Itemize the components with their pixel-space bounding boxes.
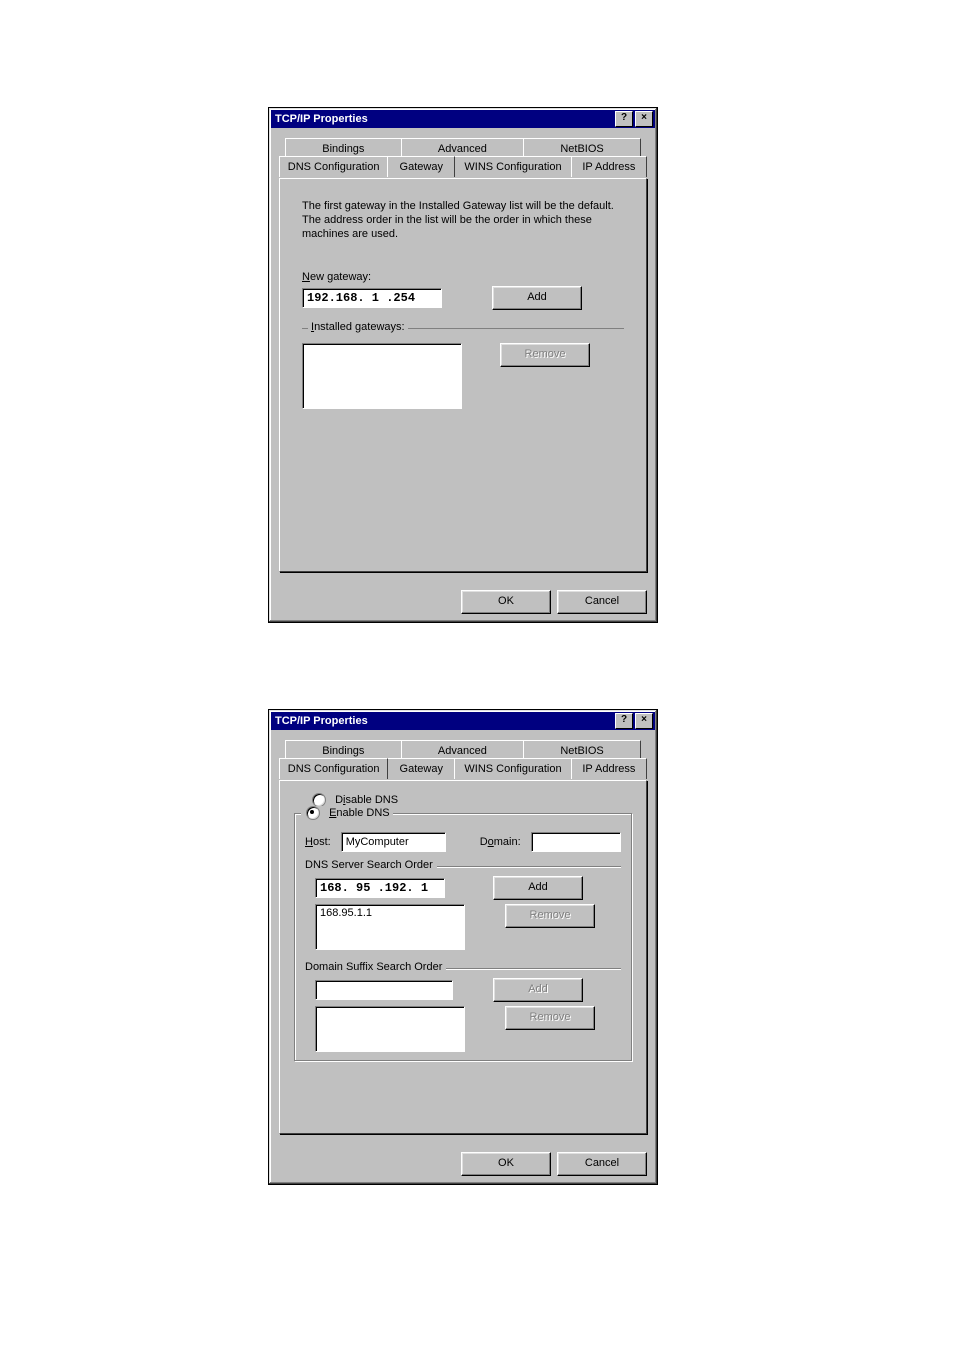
remove-gateway-button: Remove [500,343,590,367]
help-button[interactable]: ? [615,713,633,729]
suffix-input[interactable] [315,980,453,1000]
tab-wins-configuration[interactable]: WINS Configuration [454,758,572,779]
gateway-description: The first gateway in the Installed Gatew… [302,199,622,241]
installed-gateways-list[interactable] [302,343,462,409]
tab-ip-address[interactable]: IP Address [571,758,647,779]
tab-ip-address[interactable]: IP Address [571,156,647,177]
enable-dns-group: Enable DNS [301,806,393,820]
dns-add-button[interactable]: Add [493,876,583,900]
add-gateway-button[interactable]: Add [492,286,582,310]
enable-dns-radio[interactable] [306,806,320,820]
new-gateway-label: New gateway: [302,271,628,283]
dns-search-order-label: DNS Server Search Order [305,859,437,871]
dialog-title: TCP/IP Properties [275,715,613,727]
cancel-button[interactable]: Cancel [557,1152,647,1176]
close-button[interactable]: × [635,111,653,127]
suffix-add-button: Add [493,978,583,1002]
disable-dns-label: Disable DNS [335,794,398,806]
titlebar[interactable]: TCP/IP Properties ? × [271,712,655,730]
tab-gateway[interactable]: Gateway [387,156,455,177]
dialog-title: TCP/IP Properties [275,113,613,125]
domain-label: Domain: [480,836,521,848]
close-button[interactable]: × [635,713,653,729]
domain-input[interactable] [531,832,621,852]
installed-gateways-label: Installed gateways: [308,321,408,333]
titlebar[interactable]: TCP/IP Properties ? × [271,110,655,128]
enable-dns-label: Enable DNS [329,807,390,819]
host-label: Host: [305,836,331,848]
tab-dns-configuration[interactable]: DNS Configuration [279,156,388,177]
tcpip-properties-dialog-gateway: TCP/IP Properties ? × Bindings Advanced … [268,107,658,623]
tcpip-properties-dialog-dns: TCP/IP Properties ? × Bindings Advanced … [268,709,658,1185]
help-button[interactable]: ? [615,111,633,127]
dns-server-list[interactable]: 168.95.1.1 [315,904,465,950]
host-input[interactable]: MyComputer [341,832,446,852]
ok-button[interactable]: OK [461,1152,551,1176]
domain-suffix-order-label: Domain Suffix Search Order [305,961,446,973]
tab-wins-configuration[interactable]: WINS Configuration [454,156,572,177]
dns-remove-button: Remove [505,904,595,928]
ok-button[interactable]: OK [461,590,551,614]
gateway-tab-page: The first gateway in the Installed Gatew… [279,178,647,572]
list-item[interactable]: 168.95.1.1 [320,907,460,919]
dns-server-input[interactable]: 168. 95 .192. 1 [315,878,445,898]
suffix-list[interactable] [315,1006,465,1052]
tab-dns-configuration[interactable]: DNS Configuration [279,758,388,779]
suffix-remove-button: Remove [505,1006,595,1030]
cancel-button[interactable]: Cancel [557,590,647,614]
disable-dns-radio[interactable] [312,793,326,807]
dns-tab-page: Disable DNS Enable DNS Host: MyComputer … [279,780,647,1134]
new-gateway-input[interactable]: 192.168. 1 .254 [302,288,442,308]
tab-gateway[interactable]: Gateway [387,758,455,779]
